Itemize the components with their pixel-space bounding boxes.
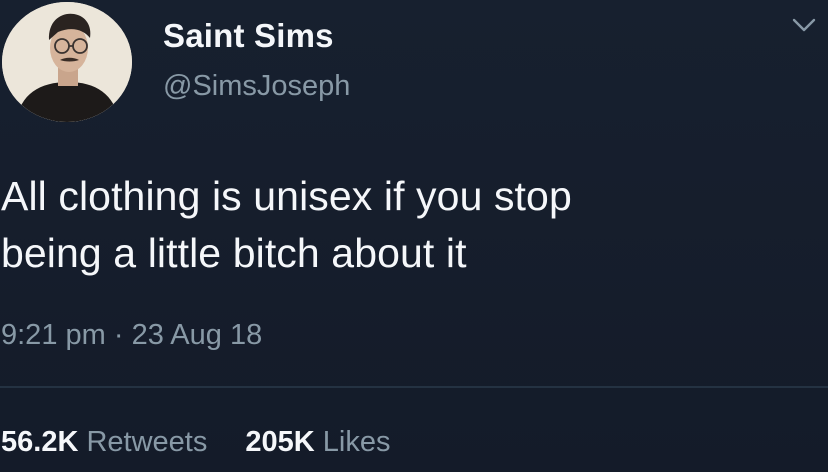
likes-stat[interactable]: 205K Likes: [245, 426, 390, 459]
timestamp-separator: ·: [113, 319, 124, 351]
tweet-time: 9:21 pm: [1, 319, 106, 351]
retweets-label: Retweets: [86, 426, 208, 458]
retweets-count: 56.2K: [1, 426, 79, 458]
likes-label: Likes: [322, 426, 391, 458]
tweet-text: All clothing is unisex if you stop being…: [1, 173, 572, 276]
author-handle[interactable]: @SimsJoseph: [163, 70, 350, 103]
tweet-card: Saint Sims @SimsJoseph All clothing is u…: [0, 0, 828, 472]
tweet-timestamp[interactable]: 9:21 pm · 23 Aug 18: [1, 319, 262, 352]
avatar-photo-icon: [2, 2, 132, 122]
divider: [0, 386, 828, 388]
likes-count: 205K: [245, 426, 315, 458]
retweets-stat[interactable]: 56.2K Retweets: [1, 426, 207, 459]
chevron-down-icon[interactable]: [787, 8, 821, 42]
author-display-name[interactable]: Saint Sims: [163, 17, 334, 55]
tweet-date: 23 Aug 18: [131, 319, 263, 351]
avatar[interactable]: [2, 2, 132, 122]
tweet-stats: 56.2K Retweets 205K Likes: [1, 426, 391, 459]
